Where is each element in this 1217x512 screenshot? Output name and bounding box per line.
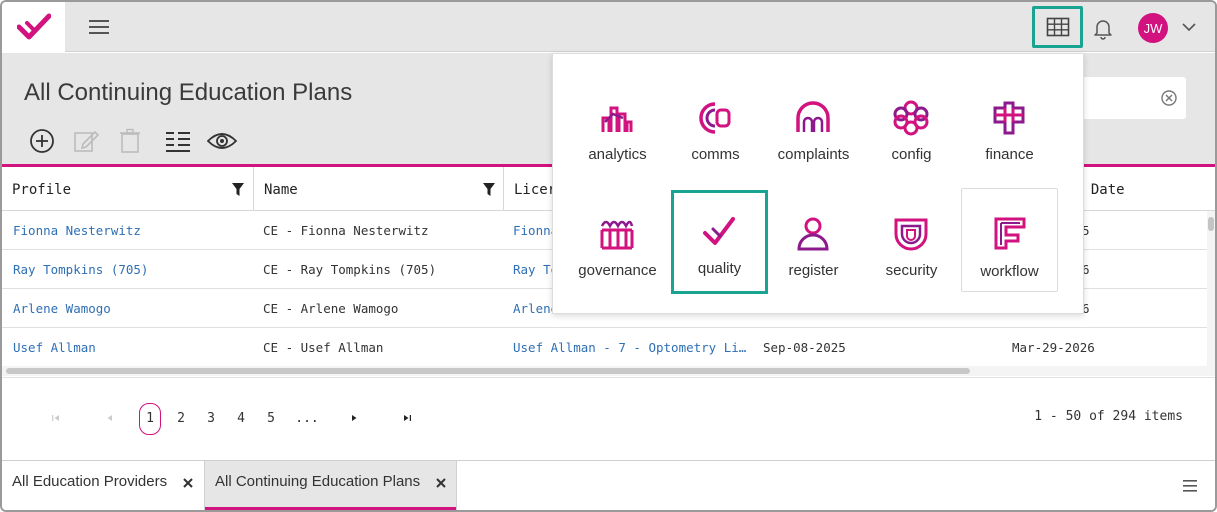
app-label: complaints bbox=[777, 146, 850, 163]
app-label: config bbox=[891, 146, 932, 163]
table-row[interactable]: Usef Allman CE - Usef Allman Usef Allman… bbox=[2, 328, 1207, 367]
app-label: quality bbox=[697, 260, 742, 277]
scroll-thumb[interactable] bbox=[1208, 217, 1214, 231]
active-tab-indicator bbox=[205, 507, 456, 510]
app-complaints[interactable]: complaints bbox=[765, 76, 862, 180]
hamburger-icon[interactable] bbox=[88, 17, 110, 37]
app-label: register bbox=[788, 262, 839, 279]
app-comms[interactable]: comms bbox=[667, 76, 764, 180]
analytics-icon bbox=[601, 106, 633, 132]
app-launcher-menu: analytics comms complaints config financ… bbox=[552, 53, 1084, 314]
page-button[interactable]: 4 bbox=[233, 405, 249, 433]
pager: 1 2 3 4 5 ... 1 - 50 of 294 items bbox=[2, 377, 1215, 460]
column-header-label: Licer bbox=[514, 182, 557, 198]
app-config[interactable]: config bbox=[863, 76, 960, 180]
plan-name-cell: CE - Arlene Wamogo bbox=[263, 301, 399, 316]
tab-label: All Continuing Education Plans bbox=[215, 473, 421, 490]
start-date-cell: Sep-08-2025 bbox=[763, 340, 846, 355]
tabs-menu-icon[interactable] bbox=[1182, 479, 1198, 493]
vertical-scrollbar[interactable] bbox=[1207, 211, 1215, 371]
grid-icon bbox=[1046, 17, 1069, 37]
scroll-thumb[interactable] bbox=[6, 368, 970, 374]
app-label: security bbox=[885, 262, 938, 279]
app-label: comms bbox=[691, 146, 740, 163]
quality-icon bbox=[703, 217, 735, 245]
column-header-name[interactable]: Name bbox=[254, 167, 504, 211]
plus-circle-icon bbox=[30, 129, 54, 153]
avatar[interactable]: JW bbox=[1138, 13, 1168, 43]
bell-icon[interactable] bbox=[1091, 16, 1115, 40]
plan-name-cell: CE - Ray Tompkins (705) bbox=[263, 262, 437, 277]
horizontal-scrollbar[interactable] bbox=[2, 366, 1215, 376]
page-title: All Continuing Education Plans bbox=[24, 79, 353, 106]
tab-all-continuing-education-plans[interactable]: All Continuing Education Plans bbox=[204, 461, 457, 510]
view-button[interactable] bbox=[206, 127, 238, 155]
complaints-icon bbox=[796, 101, 830, 132]
config-icon bbox=[893, 100, 929, 136]
column-header-end-date[interactable]: d Date bbox=[1074, 167, 1207, 211]
filter-icon[interactable] bbox=[483, 183, 495, 196]
app-register[interactable]: register bbox=[765, 192, 862, 296]
more-pages-button[interactable]: ... bbox=[292, 405, 322, 433]
edit-button[interactable] bbox=[72, 127, 100, 155]
previous-page-icon[interactable] bbox=[104, 412, 116, 424]
app-label: workflow bbox=[980, 263, 1039, 280]
page-button[interactable]: 5 bbox=[263, 405, 279, 433]
trash-icon bbox=[120, 128, 140, 153]
next-page-icon[interactable] bbox=[348, 412, 360, 424]
finance-icon bbox=[993, 101, 1025, 135]
page-button[interactable]: 1 bbox=[139, 403, 161, 435]
profile-link[interactable]: Fionna Nesterwitz bbox=[13, 211, 248, 250]
governance-icon bbox=[600, 220, 634, 250]
pager-info: 1 - 50 of 294 items bbox=[1034, 409, 1183, 424]
column-header-profile[interactable]: Profile bbox=[2, 167, 254, 211]
column-header-label: Profile bbox=[12, 182, 72, 198]
security-icon bbox=[894, 218, 928, 251]
list-icon bbox=[166, 132, 190, 152]
app-label: analytics bbox=[588, 146, 647, 163]
plan-name-cell: CE - Fionna Nesterwitz bbox=[263, 223, 429, 238]
close-icon[interactable] bbox=[435, 477, 447, 489]
columns-button[interactable] bbox=[164, 127, 192, 155]
page-button[interactable]: 3 bbox=[203, 405, 219, 433]
tab-label: All Education Providers bbox=[12, 473, 168, 490]
end-date-cell: Mar-29-2026 bbox=[1012, 340, 1095, 355]
app-workflow[interactable]: workflow bbox=[961, 188, 1058, 292]
app-finance[interactable]: finance bbox=[961, 76, 1058, 180]
profile-link[interactable]: Usef Allman bbox=[13, 328, 248, 367]
apps-launcher-button[interactable] bbox=[1032, 6, 1083, 48]
top-bar: JW bbox=[2, 2, 1215, 52]
edit-icon bbox=[74, 130, 99, 152]
logo[interactable] bbox=[2, 2, 65, 52]
app-security[interactable]: security bbox=[863, 192, 960, 296]
column-header-label: Name bbox=[264, 182, 298, 198]
filter-icon[interactable] bbox=[232, 183, 244, 196]
clear-search-icon[interactable] bbox=[1160, 89, 1178, 107]
checkmark-logo-icon bbox=[16, 13, 51, 40]
chevron-down-icon[interactable] bbox=[1180, 18, 1198, 36]
eye-icon bbox=[207, 133, 237, 149]
profile-link[interactable]: Arlene Wamogo bbox=[13, 289, 248, 328]
workflow-icon bbox=[994, 217, 1026, 250]
app-window: JW All Continuing Education Plans h Prof… bbox=[0, 0, 1217, 512]
close-icon[interactable] bbox=[182, 477, 194, 489]
app-quality[interactable]: quality bbox=[671, 190, 768, 294]
comms-icon bbox=[699, 102, 731, 134]
page-button[interactable]: 2 bbox=[173, 405, 189, 433]
register-icon bbox=[797, 217, 829, 251]
plan-name-cell: CE - Usef Allman bbox=[263, 340, 384, 355]
first-page-icon[interactable] bbox=[50, 412, 62, 424]
license-link[interactable]: Usef Allman - 7 - Optometry Lice… bbox=[513, 328, 748, 367]
delete-button[interactable] bbox=[116, 127, 144, 155]
app-governance[interactable]: governance bbox=[569, 192, 666, 296]
tab-all-education-providers[interactable]: All Education Providers bbox=[2, 461, 204, 510]
app-label: governance bbox=[578, 262, 657, 279]
tab-bar: All Education Providers All Continuing E… bbox=[2, 460, 1215, 510]
profile-link[interactable]: Ray Tompkins (705) bbox=[13, 250, 248, 289]
app-analytics[interactable]: analytics bbox=[569, 76, 666, 180]
add-button[interactable] bbox=[28, 127, 56, 155]
app-label: finance bbox=[985, 146, 1034, 163]
last-page-icon[interactable] bbox=[401, 412, 413, 424]
